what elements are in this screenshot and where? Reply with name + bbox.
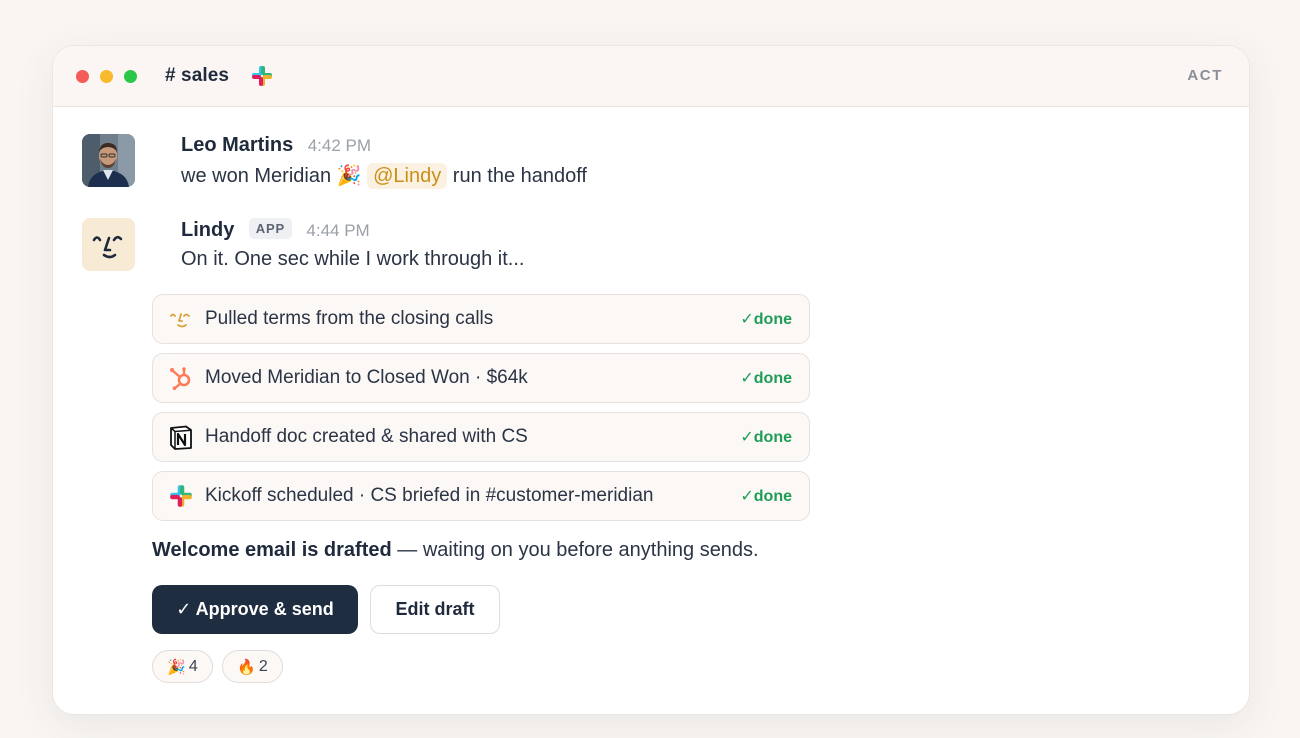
notion-icon (168, 424, 194, 450)
party-emoji: 🎉 (336, 165, 362, 187)
edit-draft-button[interactable]: Edit draft (370, 585, 500, 634)
task-item: Handoff doc created & shared with CS ✓do… (152, 412, 810, 462)
task-item: Pulled terms from the closing calls ✓don… (152, 294, 810, 344)
task-item: Moved Meridian to Closed Won · $64k ✓don… (152, 353, 810, 403)
author-name[interactable]: Leo Martins (181, 134, 293, 156)
task-label: Kickoff scheduled · CS briefed in #custo… (205, 485, 654, 506)
app-badge: APP (248, 218, 292, 239)
reaction-count: 2 (258, 657, 268, 675)
task-label: Moved Meridian to Closed Won · $64k (205, 367, 528, 388)
task-status: ✓done (740, 429, 792, 446)
message-text-part: run the handoff (452, 165, 587, 187)
slack-icon (168, 483, 194, 509)
close-window-button[interactable] (76, 69, 89, 83)
message-text: we won Meridian 🎉 @Lindy run the handoff (181, 163, 1181, 189)
approve-send-button[interactable]: ✓ Approve & send (152, 585, 358, 634)
hubspot-icon (168, 365, 194, 391)
task-label: Pulled terms from the closing calls (205, 308, 494, 329)
chat-window: # sales ACT Leo Martins 4:42 PM we won M… (52, 45, 1250, 715)
act-label[interactable]: ACT (1187, 67, 1223, 84)
task-status: ✓done (740, 311, 792, 328)
mention-lindy[interactable]: @Lindy (367, 163, 448, 189)
avatar[interactable] (82, 134, 135, 187)
draft-note-bold: Welcome email is drafted (152, 539, 392, 561)
message-time: 4:42 PM (307, 136, 372, 155)
maximize-window-button[interactable] (124, 69, 137, 83)
task-status: ✓done (740, 488, 792, 505)
party-emoji-icon: 🎉 (167, 658, 186, 676)
message-text: On it. One sec while I work through it..… (181, 248, 525, 270)
fire-emoji-icon: 🔥 (237, 658, 256, 676)
reaction-party[interactable]: 🎉 4 (152, 650, 213, 683)
lindy-avatar[interactable] (82, 218, 135, 271)
reaction-count: 4 (188, 657, 198, 675)
message-time: 4:44 PM (306, 221, 370, 240)
title-bar: # sales ACT (53, 46, 1249, 107)
task-item: Kickoff scheduled · CS briefed in #custo… (152, 471, 810, 521)
slack-icon (251, 65, 273, 87)
reaction-fire[interactable]: 🔥 2 (222, 650, 283, 683)
draft-note-rest: — waiting on you before anything sends. (391, 539, 759, 561)
task-label: Handoff doc created & shared with CS (205, 426, 528, 447)
author-name[interactable]: Lindy (181, 219, 234, 241)
lindy-face-icon (168, 306, 194, 332)
window-controls (76, 69, 148, 83)
task-status: ✓done (740, 370, 792, 387)
draft-note: Welcome email is drafted — waiting on yo… (152, 539, 759, 562)
channel-name: # sales (165, 65, 230, 86)
minimize-window-button[interactable] (100, 69, 113, 83)
message-text-part: we won Meridian (181, 165, 332, 187)
